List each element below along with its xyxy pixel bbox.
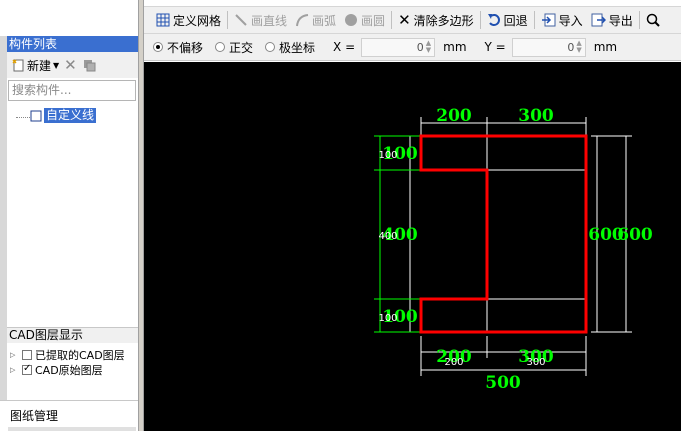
export-label: 导出 (608, 13, 633, 28)
undo-icon (487, 14, 500, 26)
zoom-button[interactable] (642, 9, 664, 31)
tree-item-label: 自定义线 (44, 108, 97, 123)
radio-dot (265, 42, 276, 52)
cad-layer-list: ▷ 已提取的CAD图层 ▷ CAD原始图层 (8, 344, 138, 394)
circle-icon (345, 14, 358, 26)
checkbox-original-layer[interactable] (22, 363, 32, 375)
clear-icon: ✕ (398, 11, 411, 29)
copy-icon[interactable] (82, 58, 98, 72)
component-search-input[interactable]: 搜索构件... (8, 80, 136, 101)
draw-arc-button[interactable]: 画弧 (291, 9, 340, 31)
define-grid-label: 定义网格 (173, 13, 222, 28)
cad-layer-header: CAD图层显示 (7, 327, 138, 343)
cad-layer-original[interactable]: ▷ CAD原始图层 (10, 362, 103, 378)
draw-circle-button[interactable]: 画圆 (340, 9, 389, 31)
clear-polygon-button[interactable]: ✕ 清除多边形 (394, 9, 478, 31)
dim-right-outer: 600 (617, 225, 653, 245)
y-value: 0 (567, 40, 575, 54)
import-label: 导入 (558, 13, 583, 28)
magnifier-icon (646, 13, 660, 27)
import-button[interactable]: 导入 (537, 9, 587, 31)
checkbox-extracted-layer[interactable] (22, 350, 32, 360)
spin-icon[interactable]: ▲ ▼ (426, 40, 431, 54)
dropdown-arrow-icon: ▼ (53, 60, 60, 70)
delete-icon[interactable]: ✕ (64, 58, 77, 73)
dim-left-mid-small: 400 (378, 231, 397, 242)
export-icon (591, 13, 606, 27)
tree-connector (16, 117, 30, 118)
app-window: 构件列表 新建 ▼ ✕ 搜索构件... 自定义线 CAD图层显示 ▷ 已提取的C… (0, 0, 681, 431)
drawing-canvas[interactable]: 200 300 200 300 500 100 400 100 600 600 … (144, 62, 681, 431)
dim-top-right: 300 (518, 106, 554, 126)
profile-outline[interactable] (419, 134, 588, 334)
radio-dot (215, 42, 226, 52)
x-label: X = (333, 40, 356, 54)
no-offset-label: 不偏移 (167, 40, 204, 55)
radio-orthogonal[interactable]: 正交 (215, 39, 253, 56)
draw-arc-label: 画弧 (312, 13, 337, 28)
define-grid-button[interactable]: 定义网格 (152, 9, 225, 31)
component-tree: 自定义线 (8, 103, 136, 325)
radio-dot-selected (153, 42, 163, 52)
main-area: 定义网格 画直线 画弧 画圆 ✕ 清除多边形 回退 导入 导出 不偏移 正交 极… (144, 0, 681, 431)
component-list-header: 构件列表 (7, 36, 138, 52)
toolbar-separator (479, 11, 481, 29)
cad-layer-extracted[interactable]: ▷ 已提取的CAD图层 (10, 347, 125, 363)
spin-icon[interactable]: ▲ ▼ (576, 40, 581, 54)
new-component-button[interactable]: 新建 ▼ (11, 57, 59, 74)
radio-no-offset[interactable]: 不偏移 (153, 39, 203, 56)
toolbar-separator (638, 11, 640, 29)
dim-left-bottom-small: 100 (378, 313, 397, 324)
left-panel-edge (0, 36, 7, 431)
draw-line-label: 画直线 (251, 13, 288, 28)
left-top-area (0, 0, 138, 36)
x-value: 0 (416, 40, 424, 54)
new-button-label: 新建 (27, 58, 52, 73)
drawing-management-label: 图纸管理 (10, 409, 59, 423)
toolbar-separator (533, 11, 535, 29)
left-panel: 构件列表 新建 ▼ ✕ 搜索构件... 自定义线 CAD图层显示 ▷ 已提取的C… (0, 0, 138, 431)
export-button[interactable]: 导出 (587, 9, 637, 31)
draw-circle-label: 画圆 (361, 13, 386, 28)
dim-bottom-right-small: 300 (526, 357, 545, 368)
dim-top-left: 200 (436, 106, 472, 126)
y-unit: mm (593, 40, 618, 54)
dim-bottom-total: 500 (485, 373, 521, 393)
expand-icon[interactable]: ▷ (10, 366, 15, 374)
dim-left-top-small: 100 (378, 150, 397, 161)
x-coordinate-input[interactable]: 0 ▲ ▼ (361, 37, 436, 57)
tree-item-custom-line[interactable]: 自定义线 (30, 108, 97, 123)
arc-icon (296, 14, 309, 27)
cad-layer-label: 已提取的CAD图层 (35, 349, 125, 362)
x-unit: mm (443, 40, 467, 54)
coordinate-option-bar: 不偏移 正交 极坐标 X = 0 ▲ ▼ mm Y = 0 ▲ ▼ mm (144, 34, 681, 61)
toolbar-separator (391, 11, 393, 29)
expand-icon[interactable]: ▷ (10, 351, 15, 359)
undo-button[interactable]: 回退 (483, 9, 532, 31)
clear-polygon-label: 清除多边形 (413, 13, 474, 28)
dimension-lines (409, 117, 632, 376)
polar-label: 极坐标 (279, 40, 316, 55)
custom-line-icon (30, 110, 42, 121)
component-toolbar: 新建 ▼ ✕ (7, 52, 138, 78)
orthogonal-label: 正交 (229, 40, 254, 55)
cad-layer-label: CAD原始图层 (35, 364, 103, 377)
grid-icon (156, 13, 170, 27)
drawing-tab-scrollbar (8, 427, 136, 431)
dim-bottom-left-small: 200 (444, 357, 463, 368)
drawing-svg[interactable]: 200 300 200 300 500 100 400 100 600 600 … (144, 62, 681, 431)
drawing-toolbar: 定义网格 画直线 画弧 画圆 ✕ 清除多边形 回退 导入 导出 (144, 6, 681, 34)
toolbar-separator (227, 11, 229, 29)
draw-line-button[interactable]: 画直线 (230, 9, 291, 31)
new-icon (12, 59, 24, 72)
radio-polar[interactable]: 极坐标 (265, 39, 315, 56)
y-coordinate-input[interactable]: 0 ▲ ▼ (511, 37, 586, 57)
undo-label: 回退 (503, 13, 528, 28)
y-label: Y = (484, 40, 506, 54)
import-icon (541, 13, 556, 27)
line-icon (235, 14, 247, 26)
